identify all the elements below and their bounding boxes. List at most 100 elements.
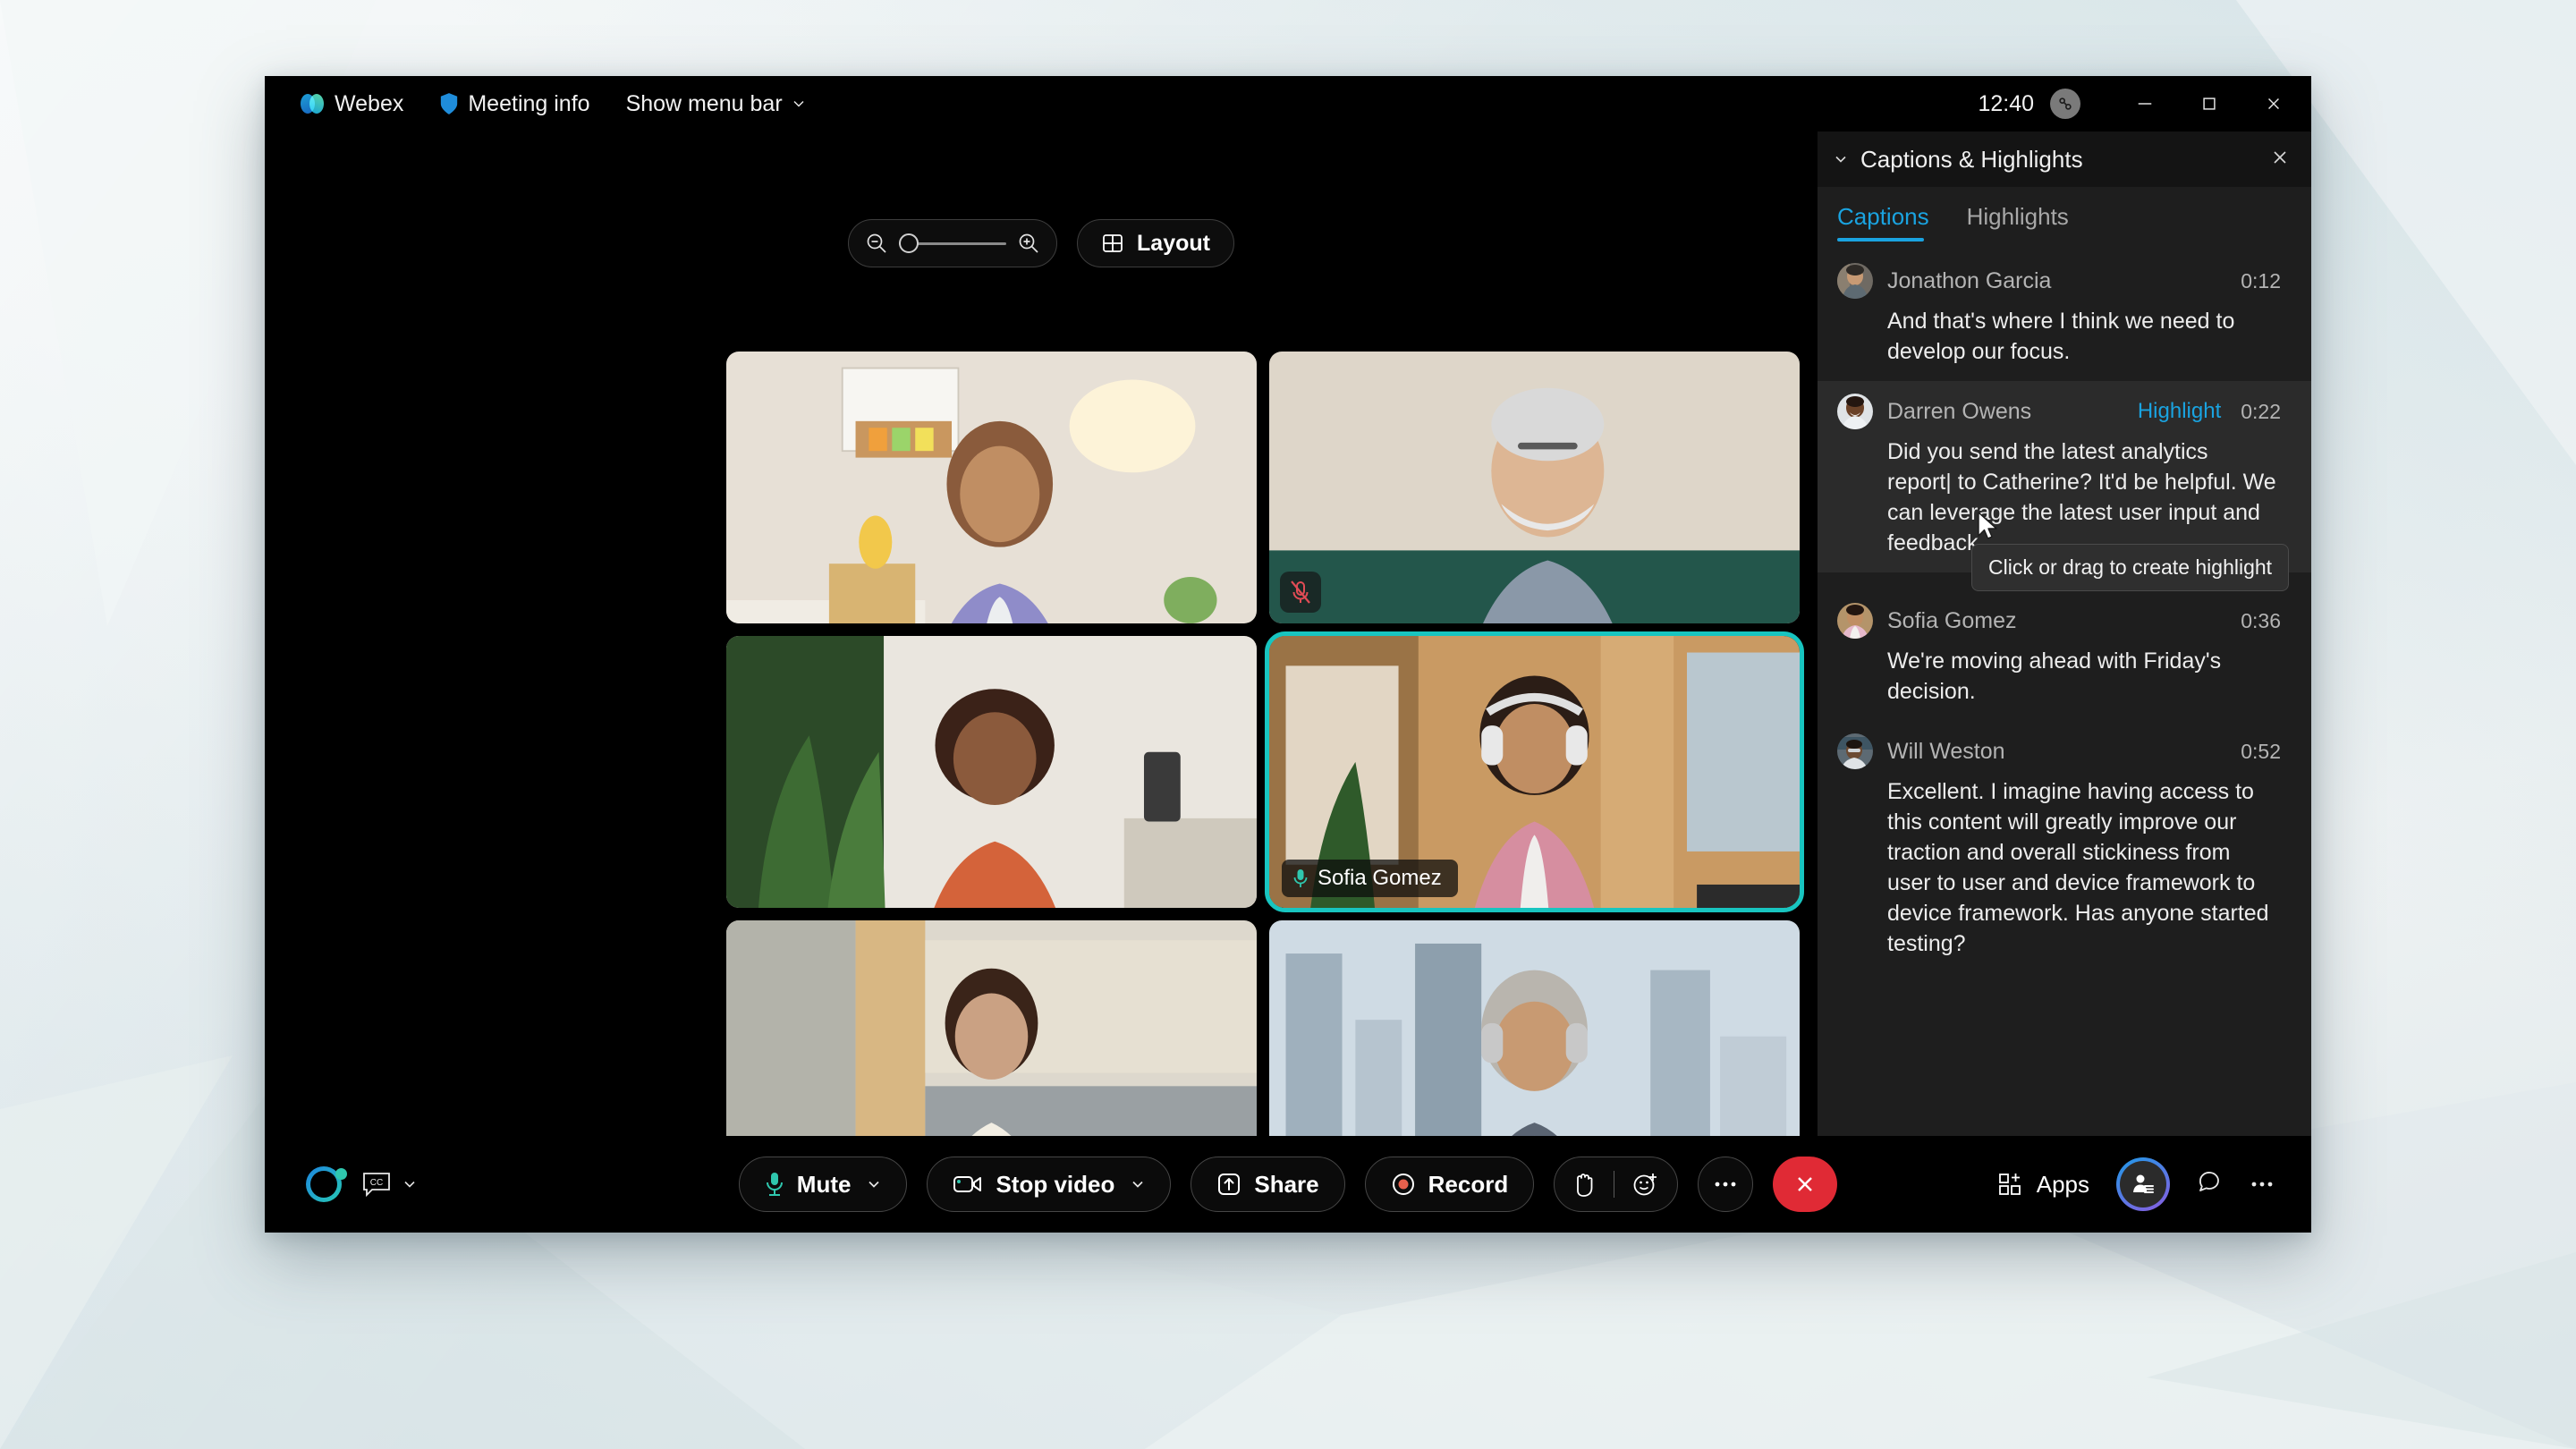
participant-video	[726, 352, 1257, 623]
caption-speaker: Will Weston	[1887, 738, 2005, 764]
avatar	[1837, 733, 1873, 769]
caption-speaker: Sofia Gomez	[1887, 607, 2017, 633]
participant-video	[1269, 352, 1800, 623]
apps-grid-icon	[1998, 1174, 2021, 1195]
close-button[interactable]	[2241, 76, 2306, 131]
caption-timestamp: 0:12	[2241, 268, 2281, 292]
participants-button[interactable]	[2116, 1157, 2170, 1211]
apps-button[interactable]: Apps	[1997, 1171, 2089, 1199]
mic-muted-icon	[1291, 580, 1310, 604]
caption-speaker: Jonathon Garcia	[1887, 267, 2052, 293]
mouse-cursor-icon	[1978, 512, 1997, 539]
participant-name: Sofia Gomez	[1318, 866, 1442, 890]
mic-active-icon	[1293, 869, 1308, 887]
caption-entry[interactable]: Jonathon Garcia 0:12 And that's where I …	[1818, 250, 2311, 381]
reactions-button[interactable]	[1614, 1171, 1677, 1198]
video-grid: Sofia Gomez	[726, 352, 1804, 1192]
share-button[interactable]: Share	[1191, 1157, 1345, 1212]
control-bar-left: CC	[265, 1166, 417, 1202]
leave-meeting-button[interactable]	[1773, 1157, 1838, 1212]
tab-highlights[interactable]: Highlights	[1967, 192, 2085, 242]
chevron-down-icon[interactable]	[1131, 1177, 1145, 1191]
participants-icon	[2133, 1174, 2154, 1193]
participant-video	[726, 636, 1257, 908]
show-menu-bar-button[interactable]: Show menu bar	[608, 86, 824, 123]
zoom-slider[interactable]	[899, 233, 1007, 253]
caption-header: Will Weston 0:52	[1837, 733, 2281, 769]
reactions-group	[1554, 1157, 1679, 1212]
panel-tabs: Captions Highlights	[1818, 187, 2311, 242]
layout-label: Layout	[1137, 230, 1210, 256]
caption-meta: 0:12	[2241, 269, 2281, 293]
tab-captions[interactable]: Captions	[1837, 192, 1945, 242]
clock: 12:40	[1978, 90, 2034, 116]
more-options-icon	[1715, 1182, 1736, 1187]
closed-captions-icon: CC	[363, 1173, 390, 1198]
caption-meta: Highlight 0:22	[2138, 399, 2281, 424]
caption-text[interactable]: And that's where I think we need to deve…	[1837, 306, 2281, 367]
video-tile[interactable]	[1269, 352, 1800, 623]
show-menu-bar-label: Show menu bar	[625, 90, 783, 116]
video-tile[interactable]	[726, 636, 1257, 908]
caption-text[interactable]: Did you send the latest analytics report…	[1837, 436, 2281, 558]
meeting-info-button[interactable]: Meeting info	[421, 86, 607, 123]
assistant-status-dot	[335, 1168, 347, 1180]
stop-video-button[interactable]: Stop video	[927, 1157, 1172, 1212]
shield-icon	[441, 93, 458, 114]
chevron-down-icon[interactable]	[402, 1177, 417, 1191]
webex-brand[interactable]: Webex	[283, 86, 421, 123]
create-highlight-link[interactable]: Highlight	[2138, 399, 2221, 424]
webex-logo-icon	[301, 94, 326, 114]
webex-app-window: Webex Meeting info Show menu bar 12:40 L…	[265, 76, 2311, 1233]
zoom-in-icon[interactable]	[1017, 232, 1040, 255]
highlight-tooltip-text: Click or drag to create highlight	[1988, 555, 2273, 579]
webex-brand-label: Webex	[335, 90, 404, 116]
caption-timestamp: 0:22	[2241, 399, 2281, 423]
maximize-button[interactable]	[2177, 76, 2241, 131]
caption-text[interactable]: We're moving ahead with Friday's decisio…	[1837, 646, 2281, 707]
captions-highlights-panel: Captions & Highlights Captions Highlight…	[1818, 131, 2311, 1136]
svg-text:CC: CC	[370, 1178, 383, 1188]
layout-button[interactable]: Layout	[1077, 219, 1234, 267]
caption-speaker: Darren Owens	[1887, 398, 2032, 424]
zoom-slider-handle[interactable]	[899, 233, 919, 253]
meeting-info-label: Meeting info	[468, 90, 590, 116]
muted-indicator	[1280, 572, 1321, 613]
panel-title: Captions & Highlights	[1860, 145, 2083, 173]
meeting-control-bar: CC Mute Stop video Share Record Apps	[265, 1136, 2311, 1233]
caption-header: Darren Owens Highlight 0:22	[1837, 394, 2281, 429]
caption-meta: 0:36	[2241, 609, 2281, 633]
zoom-control[interactable]	[848, 219, 1058, 267]
caption-timestamp: 0:36	[2241, 608, 2281, 632]
video-tile-active-speaker[interactable]: Sofia Gomez	[1265, 631, 1804, 912]
minimize-button[interactable]	[2113, 76, 2177, 131]
zoom-out-icon[interactable]	[865, 232, 888, 255]
right-more-options-button[interactable]	[2250, 1176, 2274, 1192]
caption-header: Jonathon Garcia 0:12	[1837, 263, 2281, 299]
captions-list[interactable]: Jonathon Garcia 0:12 And that's where I …	[1818, 242, 2311, 1136]
caption-entry-hovered[interactable]: Darren Owens Highlight 0:22 Did you send…	[1818, 381, 2311, 591]
record-button[interactable]: Record	[1364, 1157, 1535, 1212]
caption-entry[interactable]: Will Weston 0:52 Excellent. I imagine ha…	[1818, 721, 2311, 973]
raise-hand-button[interactable]	[1555, 1171, 1614, 1198]
chevron-down-icon[interactable]	[1834, 152, 1848, 166]
avatar	[1837, 394, 1873, 429]
add-reaction-icon	[1633, 1174, 1657, 1196]
mute-button[interactable]: Mute	[738, 1157, 908, 1212]
closed-captions-control[interactable]: CC	[361, 1171, 417, 1198]
chevron-down-icon	[793, 100, 804, 107]
chevron-down-icon[interactable]	[867, 1177, 881, 1191]
chat-button[interactable]	[2197, 1169, 2224, 1200]
webex-assistant-icon[interactable]	[306, 1166, 347, 1202]
raise-hand-icon	[1577, 1174, 1593, 1197]
caption-text[interactable]: Excellent. I imagine having access to th…	[1837, 776, 2281, 959]
video-tile[interactable]	[726, 352, 1257, 623]
more-options-icon	[2251, 1182, 2273, 1187]
panel-close-button[interactable]	[2263, 140, 2297, 179]
grid-layout-icon	[1103, 234, 1123, 252]
more-options-button[interactable]	[1698, 1157, 1754, 1212]
connection-icon[interactable]	[2050, 89, 2080, 119]
stop-video-label: Stop video	[996, 1170, 1115, 1198]
caption-header: Sofia Gomez 0:36	[1837, 603, 2281, 639]
caption-entry[interactable]: Sofia Gomez 0:36 We're moving ahead with…	[1818, 590, 2311, 721]
